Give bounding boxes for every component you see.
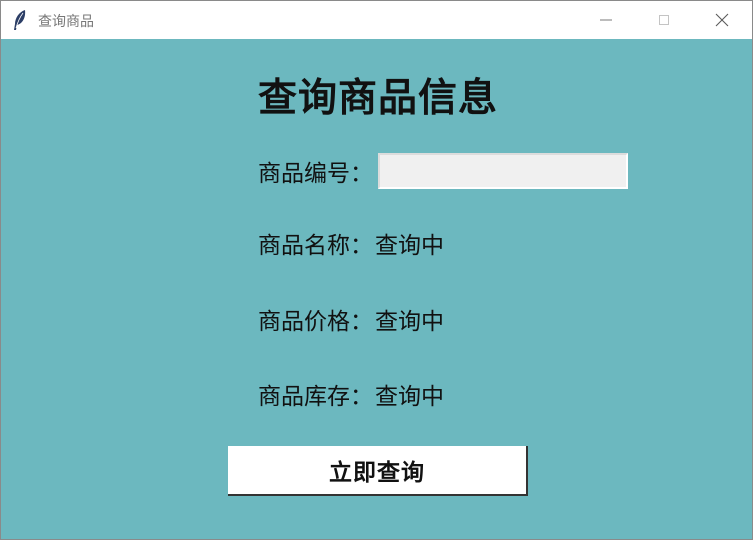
close-icon	[715, 13, 729, 27]
product-price-row: 商品价格： 查询中	[258, 301, 444, 337]
product-price-label: 商品价格：	[258, 309, 373, 335]
app-window: 查询商品 查询商品信息 商品编号： 商品名称： 查询中 商品价格： 查询中 商品…	[0, 0, 753, 540]
feather-icon	[11, 9, 29, 31]
close-button[interactable]	[693, 1, 751, 39]
product-stock-label: 商品库存：	[258, 384, 373, 410]
product-name-label: 商品名称：	[258, 233, 373, 259]
product-name-value: 查询中	[375, 233, 444, 259]
minimize-button[interactable]	[577, 1, 635, 39]
query-button[interactable]: 立即查询	[228, 446, 528, 496]
product-id-label: 商品编号：	[258, 161, 373, 187]
maximize-icon	[659, 15, 669, 25]
product-id-row: 商品编号：	[258, 152, 373, 190]
product-name-row: 商品名称： 查询中	[258, 225, 444, 261]
page-title: 查询商品信息	[258, 75, 499, 121]
product-price-value: 查询中	[375, 309, 444, 335]
window-title: 查询商品	[38, 14, 94, 30]
product-stock-value: 查询中	[375, 384, 444, 410]
maximize-button[interactable]	[635, 1, 693, 39]
title-bar[interactable]: 查询商品	[1, 1, 752, 39]
minimize-icon	[600, 19, 612, 21]
product-stock-row: 商品库存： 查询中	[258, 376, 444, 412]
product-id-input[interactable]	[378, 153, 628, 189]
main-content: 查询商品信息 商品编号： 商品名称： 查询中 商品价格： 查询中 商品库存： 查…	[1, 39, 752, 539]
